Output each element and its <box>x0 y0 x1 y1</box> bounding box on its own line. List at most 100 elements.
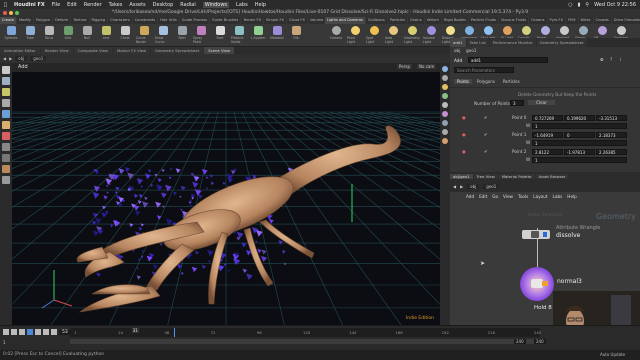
back-arrow-icon[interactable]: ◀ <box>3 56 6 61</box>
shelf-tool[interactable]: Spray Paint <box>193 26 209 44</box>
point-x-field[interactable]: 0.727269 <box>532 115 563 121</box>
playhead[interactable] <box>174 328 176 337</box>
shelf-tool[interactable]: File <box>288 26 304 44</box>
num-points-field[interactable]: 3 <box>510 100 524 106</box>
point-y-field[interactable]: 0.199620 <box>564 115 595 121</box>
jump-end-icon[interactable] <box>51 329 57 335</box>
tab-add1[interactable]: add1 <box>450 38 466 47</box>
net-menu-edit[interactable]: Edit <box>479 194 487 199</box>
shelf-tab[interactable]: Polygon <box>33 17 52 24</box>
net-menu-tools[interactable]: Tools <box>518 194 528 199</box>
grid-toggle-icon[interactable] <box>442 102 448 108</box>
play-icon[interactable] <box>35 329 41 335</box>
display-options-icon[interactable] <box>442 66 448 72</box>
shelf-tab[interactable]: Hair Utils <box>158 17 179 24</box>
net-path-obj[interactable]: obj <box>467 183 480 189</box>
menu-labs[interactable]: Labs <box>236 2 248 8</box>
net-forward-icon[interactable]: ▶ <box>460 184 463 189</box>
net-menu-help[interactable]: Help <box>567 194 577 199</box>
menu-windows[interactable]: Windows <box>202 1 230 8</box>
shelf-tool[interactable]: Font <box>212 26 228 44</box>
tab-network-geo1[interactable]: obj/geo1 <box>450 173 473 179</box>
vertex-icon[interactable] <box>442 138 448 144</box>
path-geo1[interactable]: geo1 <box>30 56 47 61</box>
shelf-tool[interactable]: Circle <box>117 26 133 44</box>
path-obj[interactable]: obj <box>15 56 28 61</box>
lights-shelf-tab[interactable]: Pyro FX <box>547 17 566 24</box>
tab-material-palette[interactable]: Material Palette <box>498 173 535 179</box>
shelf-tool[interactable]: Tube <box>22 26 38 44</box>
param-path-geo1[interactable]: geo1 <box>466 48 476 53</box>
subtab-polygons[interactable]: Polygons <box>474 79 498 84</box>
search-params-field[interactable]: Search Parameters <box>454 67 514 73</box>
lights-shelf-tab[interactable]: FEM <box>566 17 578 24</box>
tab-performance-monitor[interactable]: Performance Monitor <box>489 38 536 47</box>
net-menu-go[interactable]: Go <box>492 194 498 199</box>
menu-help[interactable]: Help <box>255 2 266 8</box>
shelf-tool[interactable]: Curve Bezier <box>136 26 152 44</box>
net-menu-add[interactable]: Add <box>466 194 474 199</box>
shelf-tab[interactable]: Simple FX <box>264 17 286 24</box>
ghost-icon[interactable] <box>442 93 448 99</box>
shelf-tab[interactable]: Modify <box>16 17 33 24</box>
magnet-tool-icon[interactable] <box>2 132 10 140</box>
minimize-window-icon[interactable] <box>9 11 13 15</box>
lights-shelf-tab[interactable]: Rigid Bodies <box>441 17 468 24</box>
stop-icon[interactable] <box>27 329 33 335</box>
shelf-tab[interactable]: Constraints <box>132 17 158 24</box>
tab-tree-view[interactable]: Tree View <box>473 173 498 179</box>
point-enable-checkbox[interactable]: ● <box>462 115 466 120</box>
rotate-tool-icon[interactable] <box>2 88 10 96</box>
tab-take-list[interactable]: Take List <box>466 38 489 47</box>
light-tool[interactable]: Camera <box>328 26 344 44</box>
apple-icon[interactable]:  <box>4 2 7 8</box>
gear-icon[interactable]: ⚙ <box>600 57 604 62</box>
point-x-field[interactable]: -1.64919 <box>532 132 563 138</box>
handle-tool-icon[interactable] <box>2 110 10 118</box>
tab-scene-view[interactable]: Scene View <box>204 47 234 54</box>
shelf-tool[interactable]: L-System <box>250 26 266 44</box>
lights-shelf-tab[interactable]: Viscous Fluids <box>498 17 529 24</box>
tab-geometry-spreadsheet[interactable]: Geometry Spreadsheet <box>151 47 204 54</box>
shelf-tool[interactable]: Torus <box>41 26 57 44</box>
range-end-field[interactable]: 240 <box>514 339 526 344</box>
light-tool[interactable]: Point Light <box>347 26 363 44</box>
scene-viewport[interactable]: Indie Edition <box>12 72 440 325</box>
lights-shelf-tab[interactable]: Particle Fluids <box>469 17 498 24</box>
menu-radial[interactable]: Radial <box>180 2 195 8</box>
point-z-field[interactable]: 2.18373 <box>596 132 627 138</box>
shelf-tool[interactable]: Platonic Solids <box>231 26 247 44</box>
point-z-field[interactable]: 2.26385 <box>596 149 627 155</box>
menu-edit[interactable]: Edit <box>67 2 77 8</box>
range-start-field[interactable]: 1 <box>3 340 6 345</box>
point-weight-field[interactable]: 1 <box>532 140 627 146</box>
shelf-tab[interactable]: Texture <box>71 17 89 24</box>
shelf-tab[interactable]: Volume <box>307 17 325 24</box>
dissolve-node[interactable] <box>522 230 550 239</box>
global-end-field[interactable]: 240 <box>534 339 546 344</box>
scale-tool-icon[interactable] <box>2 99 10 107</box>
light-tool[interactable]: Geometry Light <box>404 26 420 44</box>
move-tool-icon[interactable] <box>2 77 10 85</box>
net-back-icon[interactable]: ◀ <box>453 184 456 189</box>
light-tool[interactable]: Area Light <box>385 26 401 44</box>
shelf-tab[interactable]: Cloud FX <box>287 17 307 24</box>
wireframe-icon[interactable] <box>442 75 448 81</box>
render-region-icon[interactable] <box>2 176 10 184</box>
lights-shelf-tab[interactable]: Collisions <box>365 17 387 24</box>
shelf-tab[interactable]: Guide Brushes <box>210 17 241 24</box>
tab-render-view[interactable]: Render View <box>40 47 73 54</box>
lights-shelf-tab[interactable]: Lights and Cameras <box>325 17 365 24</box>
close-window-icon[interactable] <box>3 11 7 15</box>
pose-tool-icon[interactable] <box>2 121 10 129</box>
forward-arrow-icon[interactable]: ▶ <box>9 56 12 61</box>
tab-geometry-spreadsheet-right[interactable]: Geometry Spreadsheet <box>536 38 587 47</box>
clock[interactable]: Wed Oct 9 22:56 <box>594 2 636 8</box>
shelf-tool[interactable]: Null <box>79 26 95 44</box>
point-display-icon[interactable] <box>442 120 448 126</box>
light-tool[interactable]: Volume Light <box>423 26 439 44</box>
shelf-tool[interactable]: Spheres <box>3 26 19 44</box>
lights-shelf-tab[interactable]: Drive Simulation <box>611 17 640 24</box>
tab-composite-view[interactable]: Composite View <box>73 47 113 54</box>
persp-menu[interactable]: Persp <box>397 64 412 69</box>
